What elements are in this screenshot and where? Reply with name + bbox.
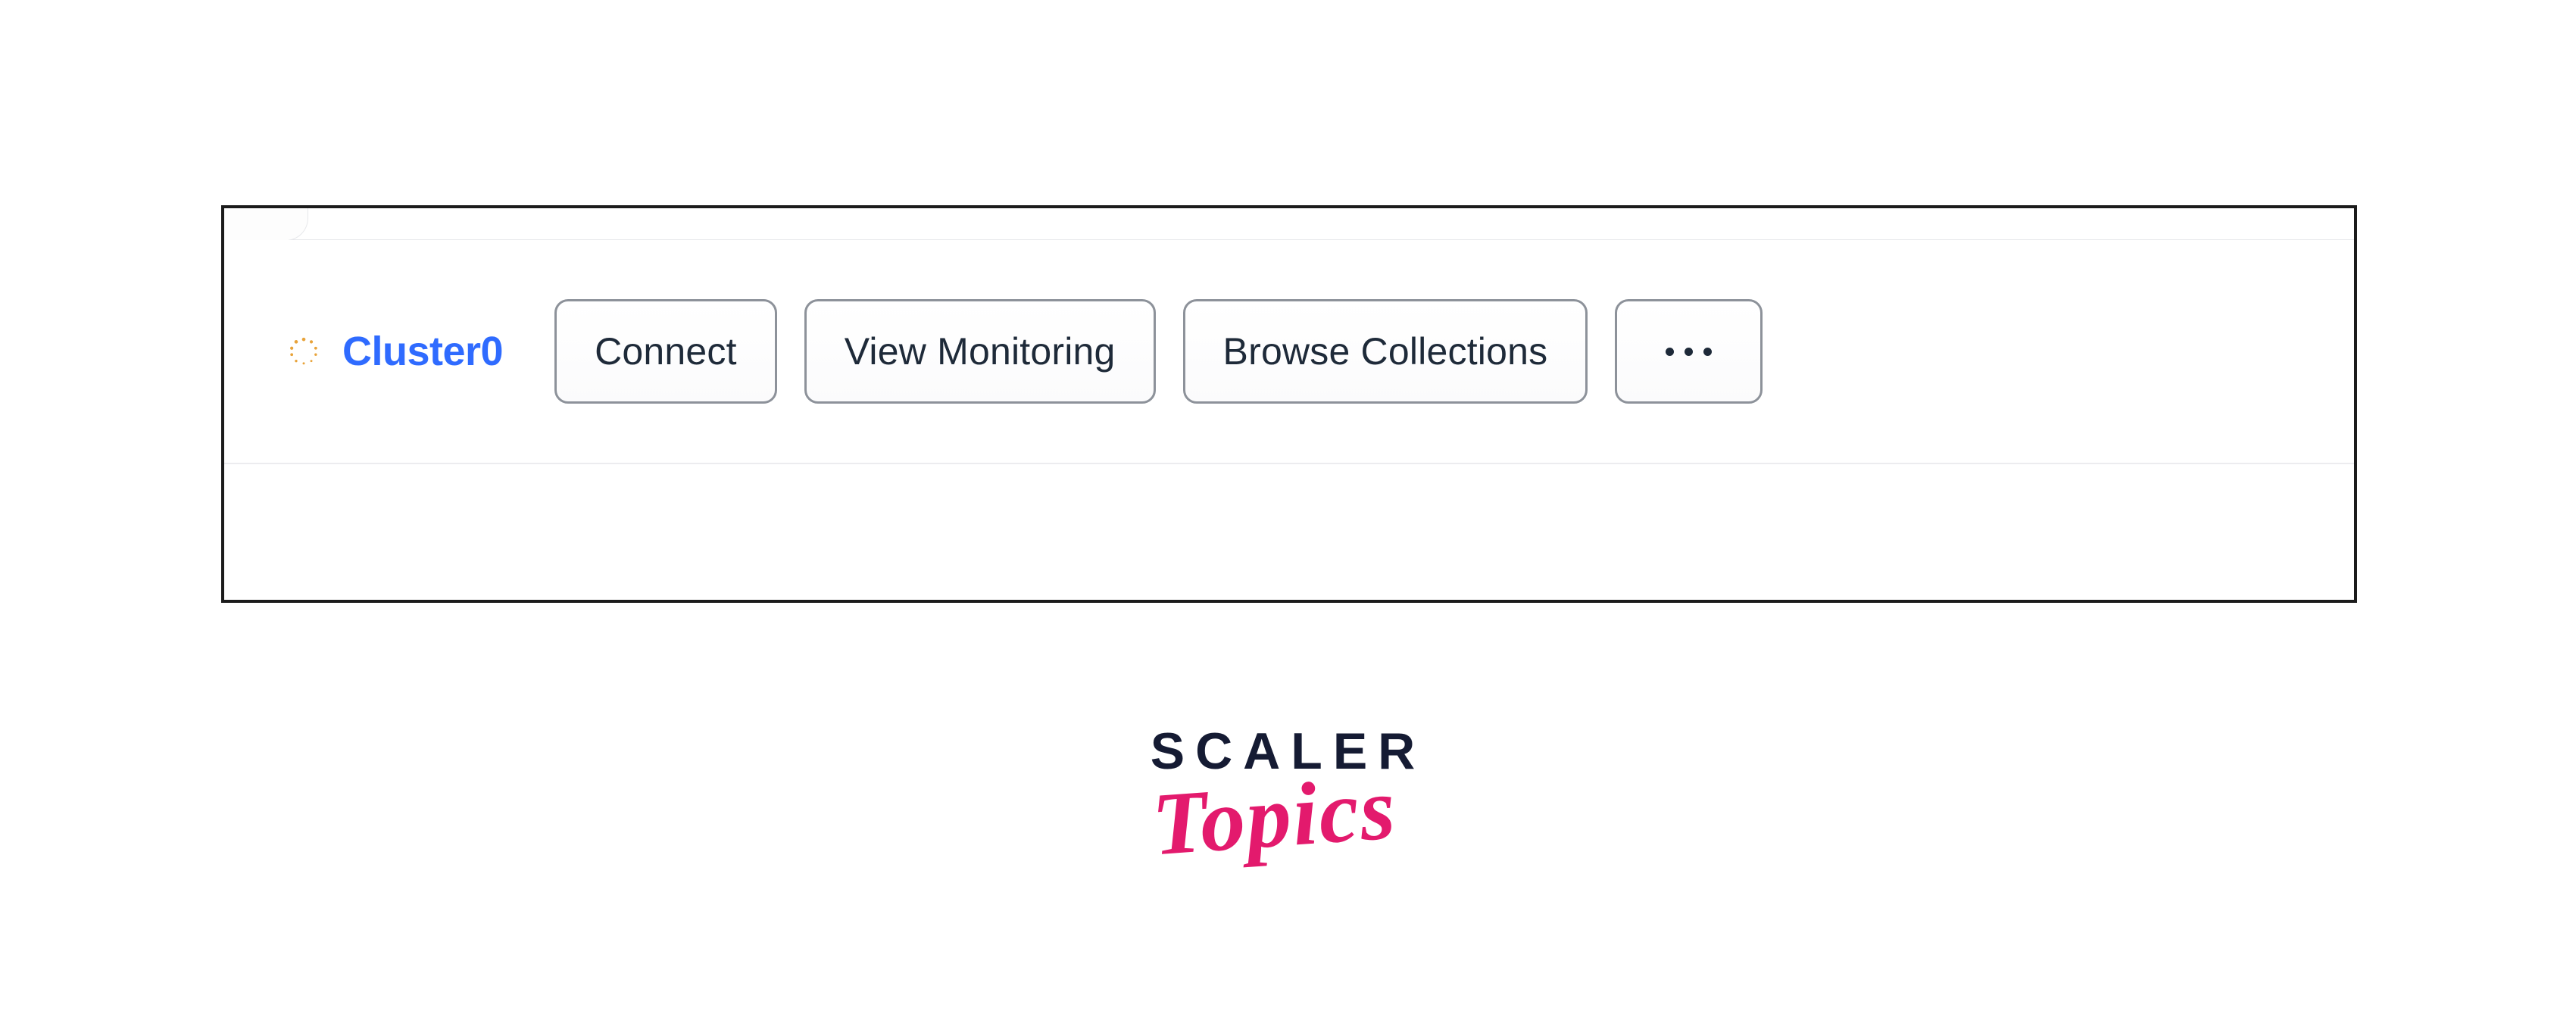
ellipsis-icon bbox=[1666, 348, 1712, 356]
more-actions-button[interactable] bbox=[1615, 299, 1763, 404]
cluster-name-group: Cluster0 bbox=[289, 328, 503, 375]
panel-tab-edge bbox=[224, 208, 2354, 240]
canvas: Cluster0 Connect View Monitoring Browse … bbox=[0, 0, 2576, 1036]
cluster-row: Cluster0 Connect View Monitoring Browse … bbox=[224, 240, 2354, 464]
view-monitoring-button[interactable]: View Monitoring bbox=[804, 299, 1156, 404]
cluster-action-buttons: Connect View Monitoring Browse Collectio… bbox=[554, 299, 1763, 404]
connect-button[interactable]: Connect bbox=[554, 299, 777, 404]
brand-line2: Topics bbox=[1150, 763, 1400, 869]
browse-collections-button[interactable]: Browse Collections bbox=[1183, 299, 1588, 404]
loading-spinner-icon bbox=[289, 337, 318, 366]
cluster-panel: Cluster0 Connect View Monitoring Browse … bbox=[221, 205, 2357, 603]
scaler-topics-logo: SCALER Topics bbox=[1151, 726, 1426, 860]
cluster-name-link[interactable]: Cluster0 bbox=[342, 328, 503, 375]
